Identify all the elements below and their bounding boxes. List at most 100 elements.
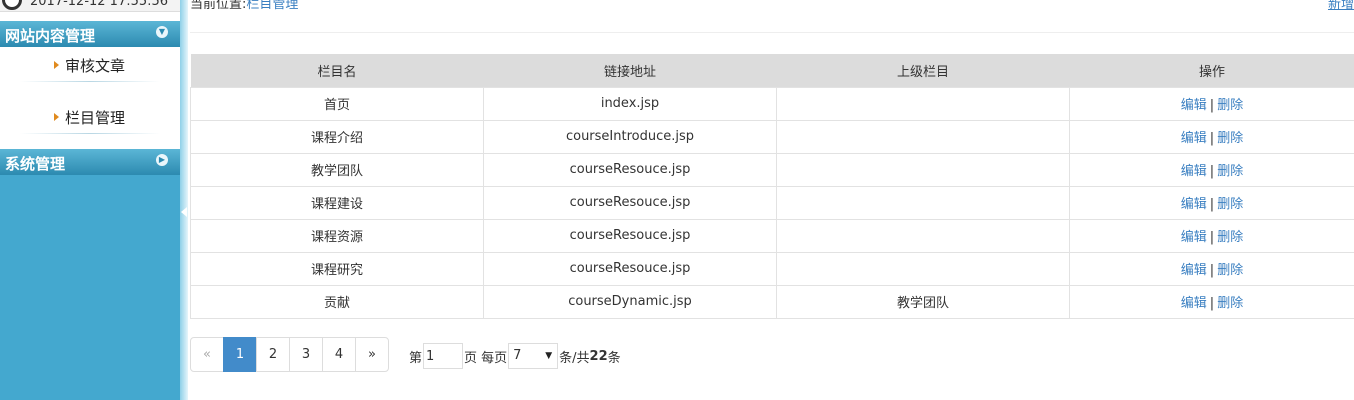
- delete-link[interactable]: 删除: [1217, 230, 1243, 245]
- edit-link[interactable]: 编辑: [1181, 131, 1207, 146]
- edit-link[interactable]: 编辑: [1181, 197, 1207, 212]
- menu-section-content[interactable]: 网站内容管理 ▼: [0, 21, 180, 47]
- breadcrumb: 当前位置:栏目管理: [190, 0, 298, 12]
- cell-actions: 编辑 | 删除: [1069, 284, 1354, 319]
- column-table: 栏目名 链接地址 上级栏目 操作 首页 index.jsp 编辑 | 删除 课程介绍…: [190, 54, 1354, 319]
- cell-parent: [776, 86, 1070, 121]
- sidebar: 2017-12-12 17:55:56 网站内容管理 ▼ 审核文章 栏目管理 系…: [0, 0, 180, 400]
- divider: [190, 32, 1354, 33]
- divider: [20, 133, 160, 134]
- cell-actions: 编辑 | 删除: [1069, 251, 1354, 286]
- delete-link[interactable]: 删除: [1217, 296, 1243, 311]
- table-header-row: 栏目名 链接地址 上级栏目 操作: [190, 54, 1354, 87]
- column-header-name: 栏目名: [190, 54, 484, 87]
- cell-parent: [776, 185, 1070, 220]
- table-row: 课程资源 courseResouce.jsp 编辑 | 删除: [190, 218, 1354, 253]
- separator: |: [1209, 296, 1215, 311]
- delete-link[interactable]: 删除: [1217, 164, 1243, 179]
- page-info: 第 页 每页 7 ▼ 条/共 22 条: [409, 343, 621, 369]
- edit-link[interactable]: 编辑: [1181, 263, 1207, 278]
- separator: |: [1209, 164, 1215, 179]
- table-row: 教学团队 courseResouce.jsp 编辑 | 删除: [190, 152, 1354, 187]
- current-time: 2017-12-12 17:55:56: [30, 0, 169, 9]
- menu-section-title: 网站内容管理: [5, 27, 96, 45]
- cell-actions: 编辑 | 删除: [1069, 218, 1354, 253]
- cell-link: courseResouce.jsp: [483, 251, 777, 286]
- per-page-label: 页 每页: [464, 350, 508, 366]
- delete-link[interactable]: 删除: [1217, 98, 1243, 113]
- chevron-right-icon[interactable]: ▶: [156, 154, 168, 166]
- delete-link[interactable]: 删除: [1217, 263, 1243, 278]
- bullet-arrow-icon: [54, 61, 59, 69]
- page-next-button[interactable]: »: [355, 337, 389, 372]
- cell-link: courseResouce.jsp: [483, 152, 777, 187]
- chevron-down-icon: ▼: [545, 351, 553, 361]
- cell-name: 课程研究: [190, 251, 484, 286]
- divider: [20, 81, 160, 82]
- cell-name: 课程资源: [190, 218, 484, 253]
- page-size-select[interactable]: 7 ▼: [508, 343, 559, 369]
- page-prev-button[interactable]: «: [190, 337, 224, 372]
- chevron-down-icon[interactable]: ▼: [156, 26, 168, 38]
- sidebar-item-label: 审核文章: [65, 57, 126, 75]
- table-row: 课程建设 courseResouce.jsp 编辑 | 删除: [190, 185, 1354, 220]
- separator: |: [1209, 98, 1215, 113]
- cell-parent: [776, 218, 1070, 253]
- separator: |: [1209, 263, 1215, 278]
- collapse-arrow-icon[interactable]: [181, 207, 187, 217]
- cell-link: courseResouce.jsp: [483, 218, 777, 253]
- page-label: 第: [409, 350, 423, 366]
- total-prefix-label: 条/共: [559, 350, 590, 366]
- breadcrumb-current[interactable]: 栏目管理: [246, 0, 298, 12]
- cell-link: index.jsp: [483, 86, 777, 121]
- page-size-value: 7: [513, 348, 522, 363]
- sidebar-item-column-management[interactable]: 栏目管理: [0, 104, 180, 134]
- page-button-2[interactable]: 2: [256, 337, 290, 372]
- table-row: 课程介绍 courseIntroduce.jsp 编辑 | 删除: [190, 119, 1354, 154]
- column-header-parent: 上级栏目: [776, 54, 1070, 87]
- sidebar-item-review-articles[interactable]: 审核文章: [0, 52, 180, 82]
- cell-link: courseIntroduce.jsp: [483, 119, 777, 154]
- cell-parent: [776, 119, 1070, 154]
- cell-link: courseDynamic.jsp: [483, 284, 777, 319]
- cell-parent: [776, 152, 1070, 187]
- edit-link[interactable]: 编辑: [1181, 296, 1207, 311]
- pagination: « 1 2 3 4 »: [190, 337, 389, 372]
- page-button-1[interactable]: 1: [223, 337, 257, 372]
- table-row: 课程研究 courseResouce.jsp 编辑 | 删除: [190, 251, 1354, 286]
- page-number-input[interactable]: [423, 343, 464, 369]
- breadcrumb-prefix: 当前位置:: [190, 0, 247, 12]
- separator: |: [1209, 230, 1215, 245]
- column-header-actions: 操作: [1069, 54, 1354, 87]
- page-button-4[interactable]: 4: [322, 337, 356, 372]
- cell-actions: 编辑 | 删除: [1069, 86, 1354, 121]
- cell-name: 课程介绍: [190, 119, 484, 154]
- cell-parent: 教学团队: [776, 284, 1070, 319]
- sidebar-item-label: 栏目管理: [65, 109, 126, 127]
- page-button-3[interactable]: 3: [289, 337, 323, 372]
- delete-link[interactable]: 删除: [1217, 197, 1243, 212]
- delete-link[interactable]: 删除: [1217, 131, 1243, 146]
- cell-actions: 编辑 | 删除: [1069, 152, 1354, 187]
- total-count: 22: [589, 348, 608, 364]
- edit-link[interactable]: 编辑: [1181, 230, 1207, 245]
- cell-name: 贡献: [190, 284, 484, 319]
- sidebar-splitter[interactable]: [180, 0, 188, 400]
- bullet-arrow-icon: [54, 113, 59, 121]
- edit-link[interactable]: 编辑: [1181, 98, 1207, 113]
- clock-icon: [2, 0, 22, 10]
- edit-link[interactable]: 编辑: [1181, 164, 1207, 179]
- cell-link: courseResouce.jsp: [483, 185, 777, 220]
- sidebar-clock-bar: 2017-12-12 17:55:56: [0, 0, 180, 12]
- cell-name: 首页: [190, 86, 484, 121]
- main-content: 当前位置:栏目管理 新增 栏目名 链接地址 上级栏目 操作 首页 index.j…: [190, 0, 1354, 400]
- menu-section-title: 系统管理: [5, 155, 66, 173]
- separator: |: [1209, 197, 1215, 212]
- cell-name: 教学团队: [190, 152, 484, 187]
- cell-actions: 编辑 | 删除: [1069, 119, 1354, 154]
- sidebar-background: [0, 175, 180, 400]
- menu-section-system[interactable]: 系统管理 ▶: [0, 149, 180, 175]
- add-button[interactable]: 新增: [1328, 0, 1354, 12]
- column-header-link: 链接地址: [483, 54, 777, 87]
- cell-name: 课程建设: [190, 185, 484, 220]
